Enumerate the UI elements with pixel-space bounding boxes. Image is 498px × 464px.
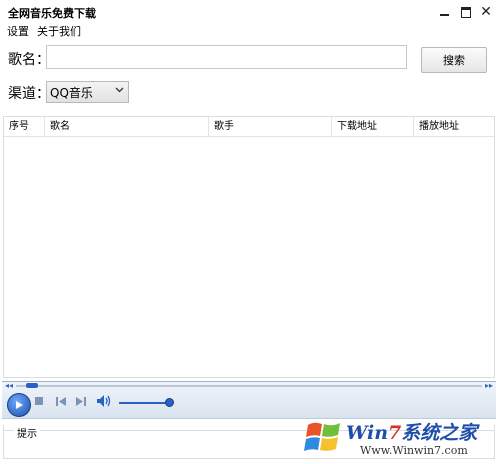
- channel-select[interactable]: QQ音乐: [46, 81, 129, 103]
- column-header-download-url[interactable]: 下载地址: [332, 117, 414, 136]
- menu-settings[interactable]: 设置: [7, 23, 29, 39]
- maximize-icon: [461, 6, 471, 18]
- search-button[interactable]: 搜索: [421, 47, 487, 73]
- close-icon: ✕: [480, 4, 492, 20]
- column-header-singer[interactable]: 歌手: [209, 117, 332, 136]
- seek-bar[interactable]: [16, 385, 482, 387]
- stop-button[interactable]: [35, 397, 43, 408]
- maximize-button[interactable]: [458, 4, 474, 20]
- volume-slider[interactable]: [119, 402, 171, 404]
- next-button[interactable]: [76, 397, 86, 409]
- table-header: 序号 歌名 歌手 下载地址 播放地址: [4, 117, 494, 137]
- previous-icon: [56, 397, 66, 406]
- seek-forward-arrow-icon: ▸▸: [484, 381, 493, 390]
- song-name-input[interactable]: [46, 45, 407, 69]
- menu-about[interactable]: 关于我们: [37, 23, 81, 39]
- channel-label: 渠道：: [8, 86, 50, 102]
- play-icon: [16, 401, 23, 409]
- close-button[interactable]: ✕: [478, 4, 494, 20]
- previous-button[interactable]: [56, 397, 66, 409]
- column-header-index[interactable]: 序号: [4, 117, 45, 136]
- windows-logo-icon: [304, 422, 340, 451]
- window-title: 全网音乐免费下载: [8, 7, 96, 20]
- next-icon: [76, 397, 86, 406]
- channel-selected-value: QQ音乐: [50, 85, 93, 100]
- chevron-down-icon: [115, 85, 124, 96]
- results-table[interactable]: 序号 歌名 歌手 下载地址 播放地址: [3, 116, 495, 378]
- seek-back-arrow-icon: ◂◂: [5, 381, 14, 390]
- status-label: 提示: [14, 425, 40, 440]
- play-button[interactable]: [7, 393, 31, 417]
- minimize-icon: [439, 14, 449, 16]
- volume-button[interactable]: [97, 395, 111, 410]
- watermark: Win7系统之家 Www.Winwin7.com: [300, 412, 496, 462]
- column-header-song[interactable]: 歌名: [45, 117, 209, 136]
- column-header-play-url[interactable]: 播放地址: [414, 117, 494, 136]
- watermark-text: Win7系统之家: [346, 422, 478, 444]
- volume-slider-thumb[interactable]: [165, 398, 174, 407]
- song-name-label: 歌名：: [8, 52, 50, 68]
- minimize-button[interactable]: [436, 4, 452, 20]
- volume-icon: [97, 395, 111, 407]
- watermark-url: Www.Winwin7.com: [360, 444, 468, 457]
- stop-icon: [35, 397, 43, 405]
- seek-thumb[interactable]: [26, 383, 38, 388]
